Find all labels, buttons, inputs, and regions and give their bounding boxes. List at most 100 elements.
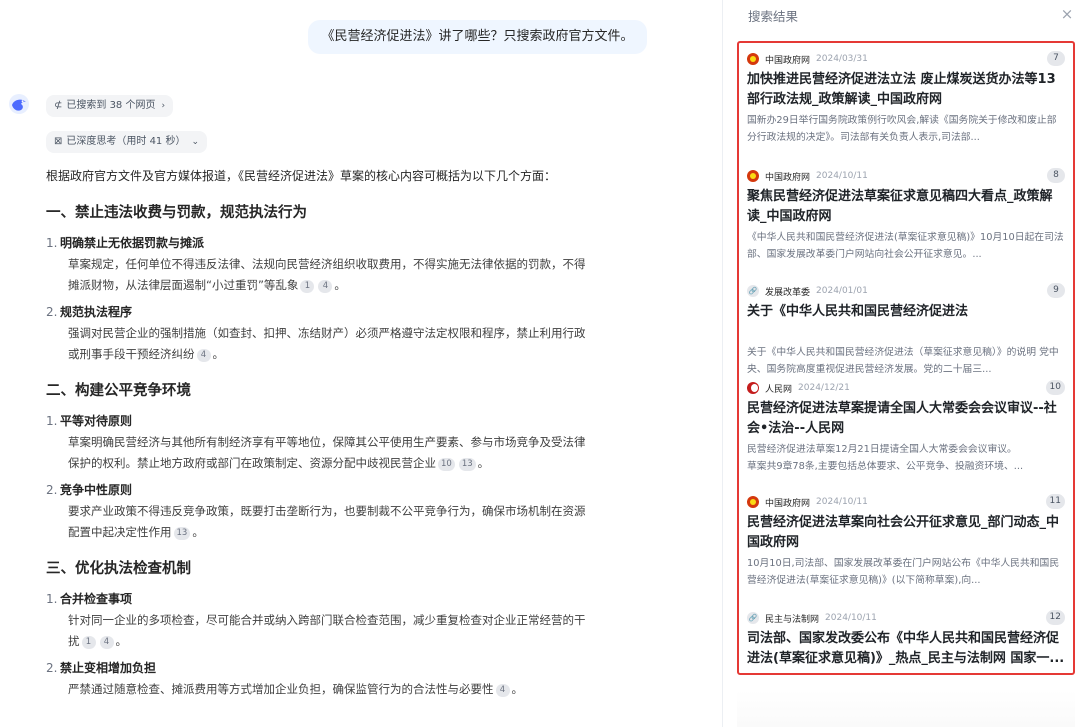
result-snippet: 民主与法制网讯(记者马竹才)10月10日,司法部、国家发展改革委于门户网站公布《… — [747, 671, 1065, 673]
result-source-name: 中国政府网 — [765, 498, 811, 509]
result-index-badge: 9 — [1047, 283, 1065, 298]
list-item-title: 禁止变相增加负担 — [60, 661, 157, 675]
result-meta: 人民网 2024/12/21 — [747, 380, 850, 396]
result-snippet: 国新办29日举行国务院政策例行吹风会,解读《国务院关于修改和废止部分行政法规的决… — [747, 115, 1057, 143]
list-item-text: 强调对民营企业的强制措施（如查封、扣押、冻结财产）必须严格遵守法定权限和程序，禁… — [46, 323, 658, 365]
citation-badge[interactable]: 4 — [495, 684, 510, 697]
search-result-card[interactable]: 🔗 民主与法制网 2024/10/11 12 司法部、国家发改委公布《中华人民共和国民营… — [747, 610, 1065, 673]
search-result-card[interactable]: 🔗 发展改革委 2024/01/01 9 关于《中华人民共和国民营经济促进法关于《中华人… — [747, 283, 1065, 391]
result-title[interactable]: 司法部、国家发改委公布《中华人民共和国民营经济促进法(草案征求意见稿)》_热点_… — [747, 629, 1065, 669]
result-meta: 中国政府网 2024/10/11 — [747, 168, 868, 184]
sentence-end: 。 — [212, 347, 225, 361]
deep-think-label: 已深度思考（用时 41 秒） — [66, 136, 186, 147]
web-search-label: 已搜索到 38 个网页 — [66, 100, 156, 111]
search-results-panel: 搜索结果 × 中国政府网 2024/03/31 7 加快推进民营经济促进法立法 废止煤… — [722, 0, 1080, 727]
search-icon: ⊄ — [54, 100, 63, 111]
web-search-toggle[interactable]: ⊄ 已搜索到 38 个网页 › — [46, 95, 174, 117]
list-item: 1. 合并检查事项针对同一企业的多项检查，尽可能合并或纳入跨部门联合检查范围，减少… — [46, 589, 658, 652]
citation-badge[interactable]: 4 — [99, 636, 114, 649]
user-message-bubble: 《民营经济促进法》讲了哪些？只搜索政府官方文件。 — [308, 20, 647, 54]
deep-think-toggle[interactable]: ⊠ 已深度思考（用时 41 秒） ⌄ — [46, 131, 208, 153]
text-line: 扰 — [68, 634, 80, 648]
assistant-avatar-icon — [9, 94, 29, 114]
text-line: 强调对民营企业的强制措施（如查封、扣押、冻结财产）必须严格遵守法定权限和程序，禁… — [68, 326, 586, 340]
citation-badge[interactable]: 10 — [438, 458, 455, 471]
text-line: 针对同一企业的多项检查，尽可能合并或纳入跨部门联合检查范围，减少重复检查对企业正… — [68, 613, 586, 627]
section-list: 1. 明确禁止无依据罚款与摊派草案规定，任何单位不得违反法律、法规向民营经济组织收… — [46, 233, 658, 365]
text-line: 配置中起决定性作用 — [68, 525, 172, 539]
list-item-heading: 2. 禁止变相增加负担 — [46, 658, 658, 679]
list-item-number: 2. — [46, 483, 58, 497]
sentence-end: 。 — [192, 525, 204, 539]
result-source-name: 人民网 — [765, 384, 793, 395]
result-meta: 🔗 发展改革委 2024/01/01 — [747, 283, 868, 299]
close-panel-button[interactable]: × — [1059, 5, 1075, 23]
section-list: 1. 合并检查事项针对同一企业的多项检查，尽可能合并或纳入跨部门联合检查范围，减少… — [46, 589, 658, 700]
section-heading: 二、构建公平竞争环境 — [46, 383, 191, 399]
result-title[interactable]: 民营经济促进法草案向社会公开征求意见_部门动态_中国政府网 — [747, 513, 1065, 553]
assistant-answer: 根据政府官方文件及官方媒体报道，《民营经济促进法》草案的核心内容可概括为以下几个… — [46, 165, 658, 706]
result-meta: 中国政府网 2024/03/31 — [747, 51, 868, 67]
result-snippet: 关于《中华人民共和国民营经济促进法（草案征求意见稿）》的说明 党中央、国务院高度… — [747, 347, 1059, 375]
result-source-name: 中国政府网 — [765, 172, 811, 183]
search-result-card[interactable]: 中国政府网 2024/10/11 11 民营经济促进法草案向社会公开征求意见_部门动态… — [747, 494, 1065, 602]
gov-emblem-icon — [747, 170, 759, 182]
result-title[interactable]: 关于《中华人民共和国民营经济促进法 — [747, 302, 1065, 342]
list-item-number: 1. — [46, 236, 58, 250]
section-heading: 三、优化执法检查机制 — [46, 561, 191, 577]
list-item: 2. 禁止变相增加负担 严禁通过随意检查、摊派费用等方式增加企业负担，确保监管行为的… — [46, 658, 658, 700]
list-item-number: 2. — [46, 661, 58, 675]
section-heading: 一、禁止违法收费与罚款，规范执法行为 — [46, 205, 307, 221]
list-item-text: 严禁通过随意检查、摊派费用等方式增加企业负担，确保监管行为的合法性与必要性 4。 — [46, 679, 658, 700]
citation-badge[interactable]: 13 — [173, 527, 191, 540]
list-item-heading: 1. 明确禁止无依据罚款与摊派 — [46, 233, 658, 254]
citation-badge[interactable]: 4 — [196, 349, 211, 362]
list-item-heading: 2. 竞争中性原则 — [46, 480, 658, 501]
sentence-end: 。 — [334, 278, 346, 292]
result-title[interactable]: 聚焦民营经济促进法草案征求意见稿四大看点_政策解读_中国政府网 — [747, 187, 1065, 227]
list-item-heading: 1. 平等对待原则 — [46, 411, 658, 432]
text-line: 保护的权利。禁止地方政府或部门在政策制定、资源分配中歧视民营企业 — [68, 456, 436, 470]
result-meta: 中国政府网 2024/10/11 — [747, 494, 868, 510]
list-item-text: 草案明确民营经济与其他所有制经济享有平等地位，保障其公平使用生产要素、参与市场竞… — [46, 432, 658, 474]
section-list: 1. 平等对待原则草案明确民营经济与其他所有制经济享有平等地位，保障其公平使用生产… — [46, 411, 658, 543]
search-result-card[interactable]: 中国政府网 2024/03/31 7 加快推进民营经济促进法立法 废止煤炭送货办法等1… — [747, 51, 1065, 159]
citation-badge[interactable]: 4 — [318, 280, 333, 293]
gov-emblem-icon — [747, 496, 759, 508]
citation-badge[interactable]: 1 — [81, 636, 96, 649]
sentence-end: 。 — [511, 682, 524, 696]
result-source-name: 民主与法制网 — [765, 614, 820, 625]
result-meta: 🔗 民主与法制网 2024/10/11 — [747, 610, 877, 626]
list-item-title: 竞争中性原则 — [60, 483, 133, 497]
result-snippet: 民营经济促进法草案12月21日提请全国人大常委会会议审议。 草案共9章78条,主要… — [747, 441, 1065, 475]
results-list: 中国政府网 2024/03/31 7 加快推进民营经济促进法立法 废止煤炭送货办法等1… — [737, 41, 1075, 675]
list-item-heading: 1. 合并检查事项 — [46, 589, 658, 610]
snippet-line: 民营经济促进法草案12月21日提请全国人大常委会会议审议。 — [747, 444, 1017, 455]
deep-think-icon: ⊠ — [54, 136, 63, 147]
result-snippet: 10月10日,司法部、国家发展改革委在门户网站公布《中华人民共和国民营经济促进法… — [747, 558, 1060, 586]
list-item-title: 合并检查事项 — [60, 592, 133, 606]
result-title[interactable]: 加快推进民营经济促进法立法 废止煤炭送货办法等13部行政法规_政策解读_中国政府… — [747, 70, 1065, 110]
panel-footer-fade — [737, 690, 1075, 727]
result-source-name: 中国政府网 — [765, 55, 811, 66]
list-item-text: 针对同一企业的多项检查，尽可能合并或纳入跨部门联合检查范围，减少重复检查对企业正… — [46, 610, 658, 652]
result-title[interactable]: 民营经济促进法草案提请全国人大常委会会议审议--社会•法治--人民网 — [747, 399, 1065, 439]
gov-emblem-icon — [747, 53, 759, 65]
list-item-heading: 2. 规范执法程序 — [46, 302, 658, 323]
result-index-badge: 12 — [1045, 610, 1065, 625]
search-result-card[interactable]: 中国政府网 2024/10/11 8 聚焦民营经济促进法草案征求意见稿四大看点_政策解… — [747, 168, 1065, 276]
link-icon: 🔗 — [747, 612, 759, 624]
citation-badge[interactable]: 13 — [458, 458, 476, 471]
list-item-text: 要求产业政策不得违反竞争政策，既要打击垄断行为，也要制裁不公平竞争行为，确保市场… — [46, 501, 658, 543]
list-item-title: 规范执法程序 — [60, 305, 133, 319]
chevron-down-icon: ⌄ — [191, 137, 200, 147]
result-index-badge: 7 — [1047, 51, 1065, 66]
list-item-number: 2. — [46, 305, 58, 319]
snippet-line: 草案共9章78条,主要包括总体要求、公平竞争、投融资环境、... — [747, 461, 1024, 472]
search-result-card[interactable]: 人民网 2024/12/21 10 民营经济促进法草案提请全国人大常委会会议审议--社… — [747, 380, 1065, 488]
text-line: 草案明确民营经济与其他所有制经济享有平等地位，保障其公平使用生产要素、参与市场竞… — [68, 435, 586, 449]
result-snippet: 《中华人民共和国民营经济促进法(草案征求意见稿)》10月10日起在司法部、国家发… — [747, 232, 1064, 260]
text-line: 草案规定，任何单位不得违反法律、法规向民营经济组织收取费用，不得实施无法律依据的… — [68, 257, 586, 271]
list-item-number: 1. — [46, 414, 58, 428]
citation-badge[interactable]: 1 — [300, 280, 315, 293]
